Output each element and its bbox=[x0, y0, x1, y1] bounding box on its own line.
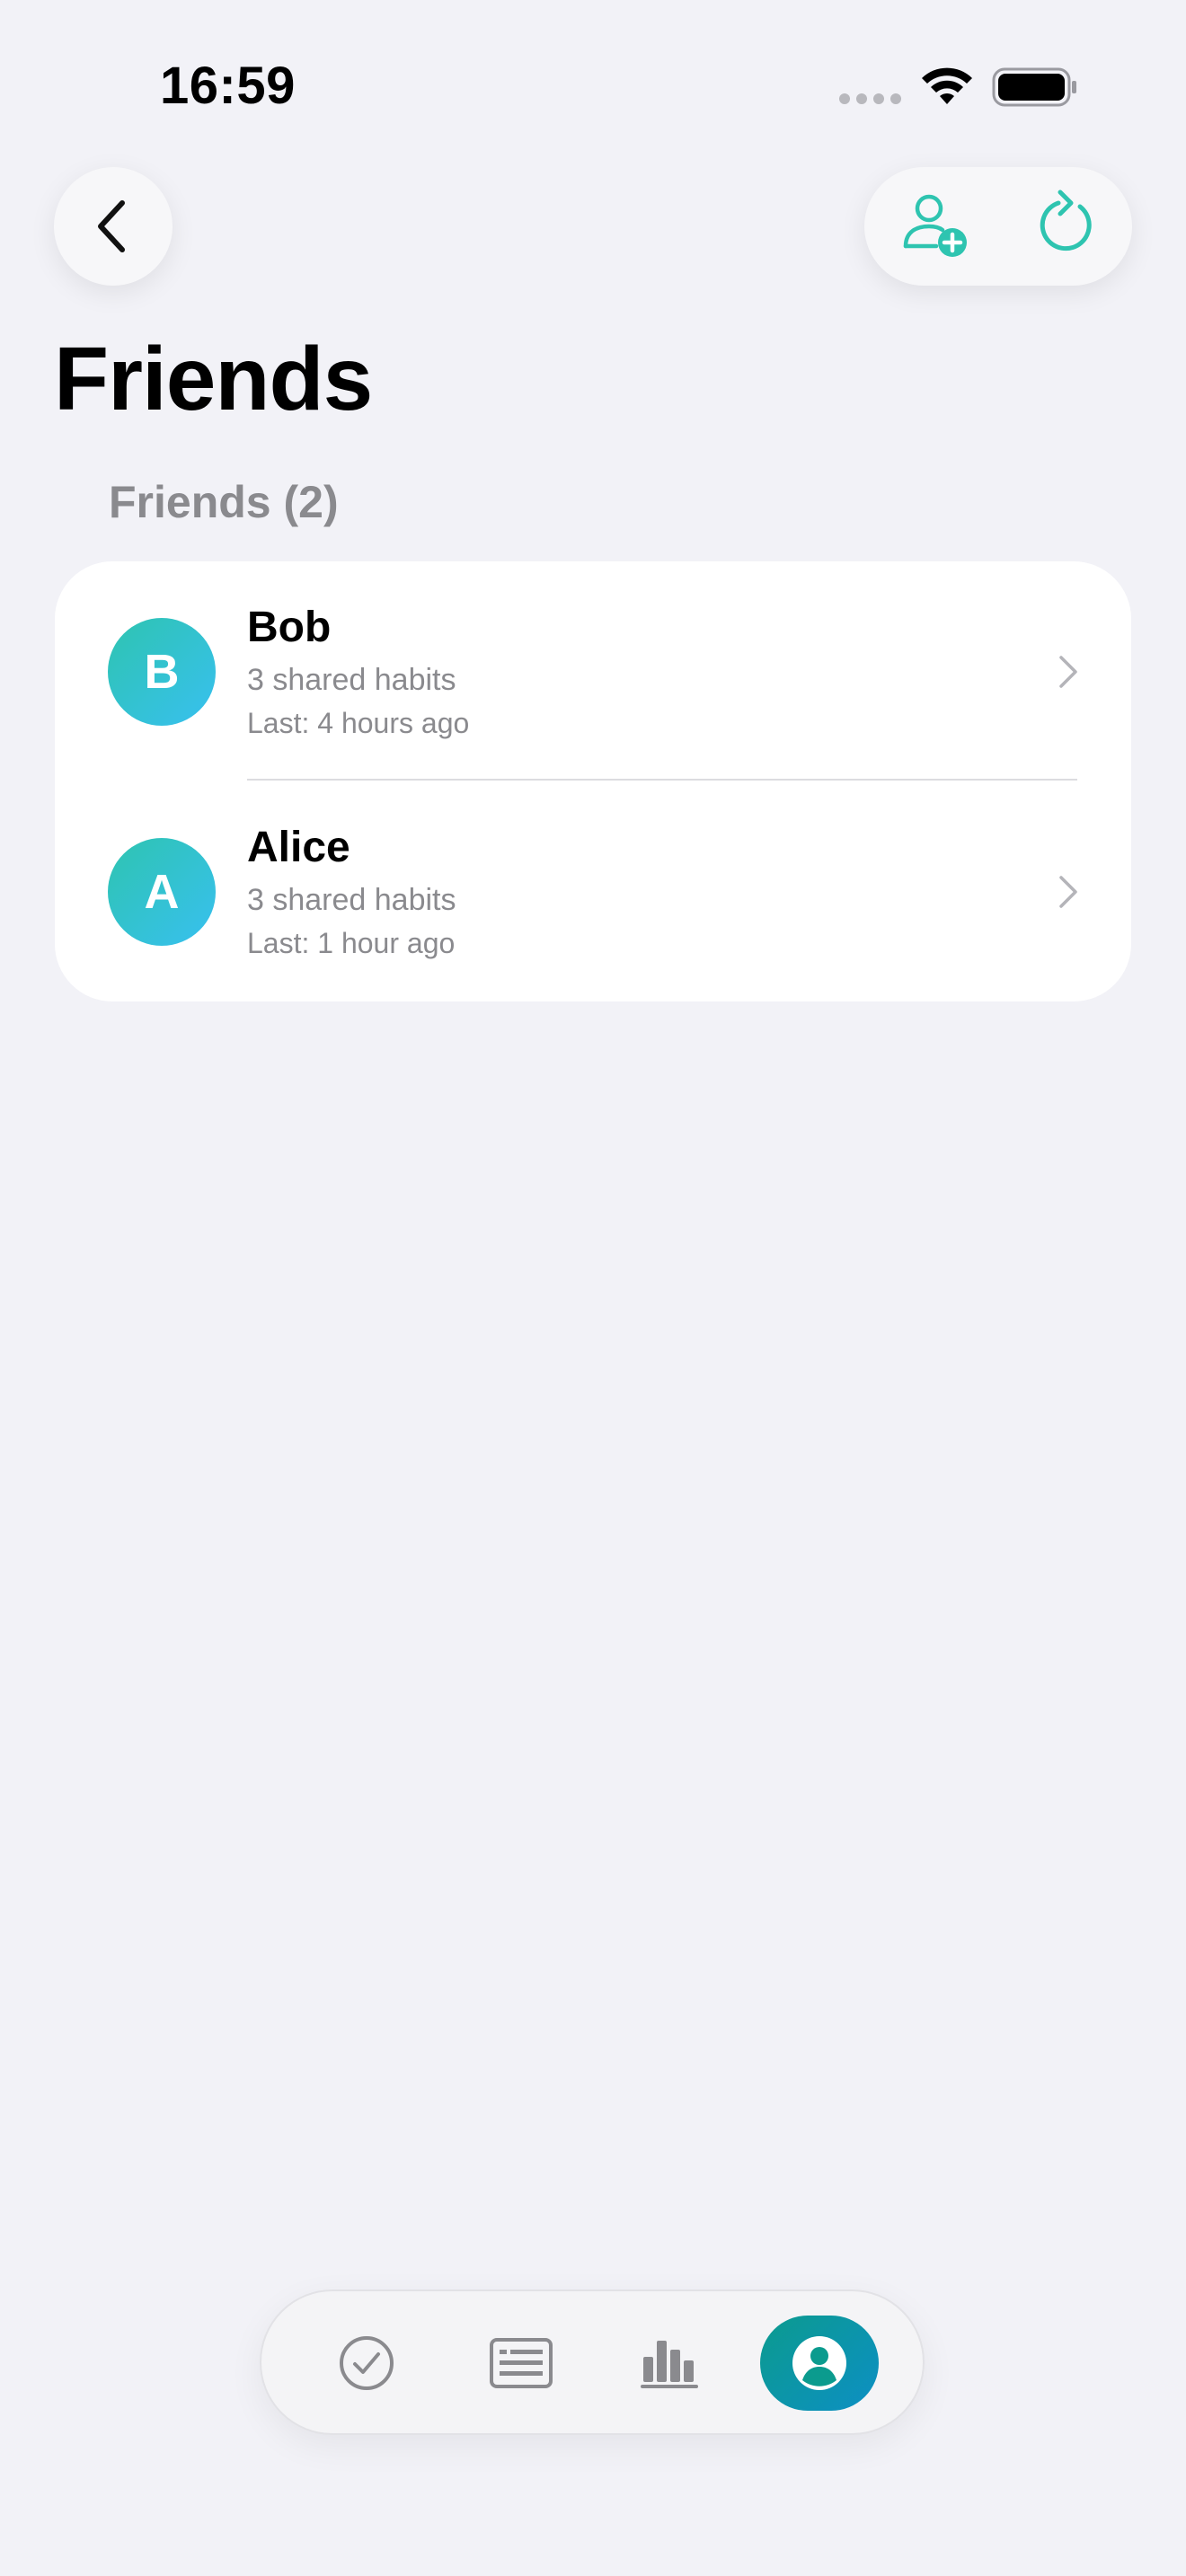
add-friend-button[interactable] bbox=[895, 185, 978, 268]
refresh-button[interactable] bbox=[1026, 185, 1109, 268]
friend-last-active: Last: 1 hour ago bbox=[247, 927, 456, 959]
friend-shared-habits: 3 shared habits bbox=[247, 663, 456, 697]
chevron-right-icon bbox=[1059, 876, 1077, 908]
header-actions bbox=[864, 167, 1132, 286]
refresh-icon bbox=[1040, 190, 1092, 251]
avatar: B bbox=[108, 618, 216, 726]
bar-chart-icon bbox=[641, 2341, 698, 2388]
row-divider bbox=[247, 779, 1077, 781]
status-time: 16:59 bbox=[160, 57, 296, 115]
page-title: Friends bbox=[54, 329, 373, 429]
avatar-initial: B bbox=[144, 645, 180, 699]
avatar-initial: A bbox=[144, 865, 180, 919]
chevron-right-icon bbox=[1059, 656, 1077, 688]
status-bar: 16:59 bbox=[0, 0, 1186, 171]
tab-profile[interactable] bbox=[760, 2316, 879, 2411]
wifi-icon bbox=[922, 67, 972, 104]
cellular-signal-icon bbox=[839, 93, 902, 106]
person-add-icon bbox=[903, 194, 967, 257]
checkmark-circle-icon bbox=[340, 2336, 394, 2390]
battery-icon bbox=[992, 67, 1076, 107]
section-header: Friends (2) bbox=[109, 477, 339, 527]
friend-name: Alice bbox=[247, 824, 350, 871]
tab-bar bbox=[260, 2289, 925, 2435]
chevron-left-icon bbox=[98, 200, 125, 252]
friend-row-alice[interactable]: A Alice 3 shared habits Last: 1 hour ago bbox=[55, 781, 1131, 1001]
tab-feed[interactable] bbox=[462, 2316, 580, 2411]
back-button[interactable] bbox=[54, 167, 173, 286]
friend-shared-habits: 3 shared habits bbox=[247, 883, 456, 917]
list-icon bbox=[490, 2338, 553, 2388]
profile-icon bbox=[792, 2336, 846, 2390]
tab-habits[interactable] bbox=[307, 2316, 426, 2411]
tab-stats[interactable] bbox=[611, 2316, 730, 2411]
avatar: A bbox=[108, 838, 216, 946]
friend-name: Bob bbox=[247, 604, 332, 651]
friend-last-active: Last: 4 hours ago bbox=[247, 707, 470, 739]
friend-row-bob[interactable]: B Bob 3 shared habits Last: 4 hours ago bbox=[55, 561, 1131, 781]
friends-list: B Bob 3 shared habits Last: 4 hours ago … bbox=[55, 561, 1131, 1001]
